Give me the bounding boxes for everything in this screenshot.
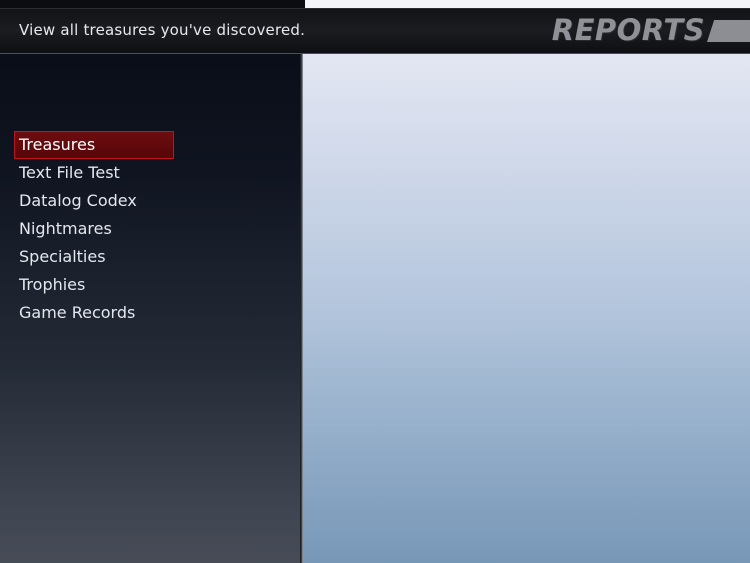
menu-item-nightmares[interactable]: Nightmares [14,215,174,243]
panel-divider [300,0,303,563]
screen-title: REPORTS [551,13,705,47]
menu-item-trophies[interactable]: Trophies [14,271,174,299]
header-top-edge-right [305,0,750,8]
menu-item-treasures[interactable]: Treasures [14,131,174,159]
title-tab-decoration [707,20,750,42]
reports-screen: View all treasures you've discovered. RE… [0,0,750,563]
reports-menu: Treasures Text File Test Datalog Codex N… [14,131,174,327]
menu-item-datalog-codex[interactable]: Datalog Codex [14,187,174,215]
hint-text: View all treasures you've discovered. [19,21,306,39]
content-panel [302,0,750,563]
menu-item-text-file-test[interactable]: Text File Test [14,159,174,187]
menu-item-game-records[interactable]: Game Records [14,299,174,327]
menu-item-specialties[interactable]: Specialties [14,243,174,271]
